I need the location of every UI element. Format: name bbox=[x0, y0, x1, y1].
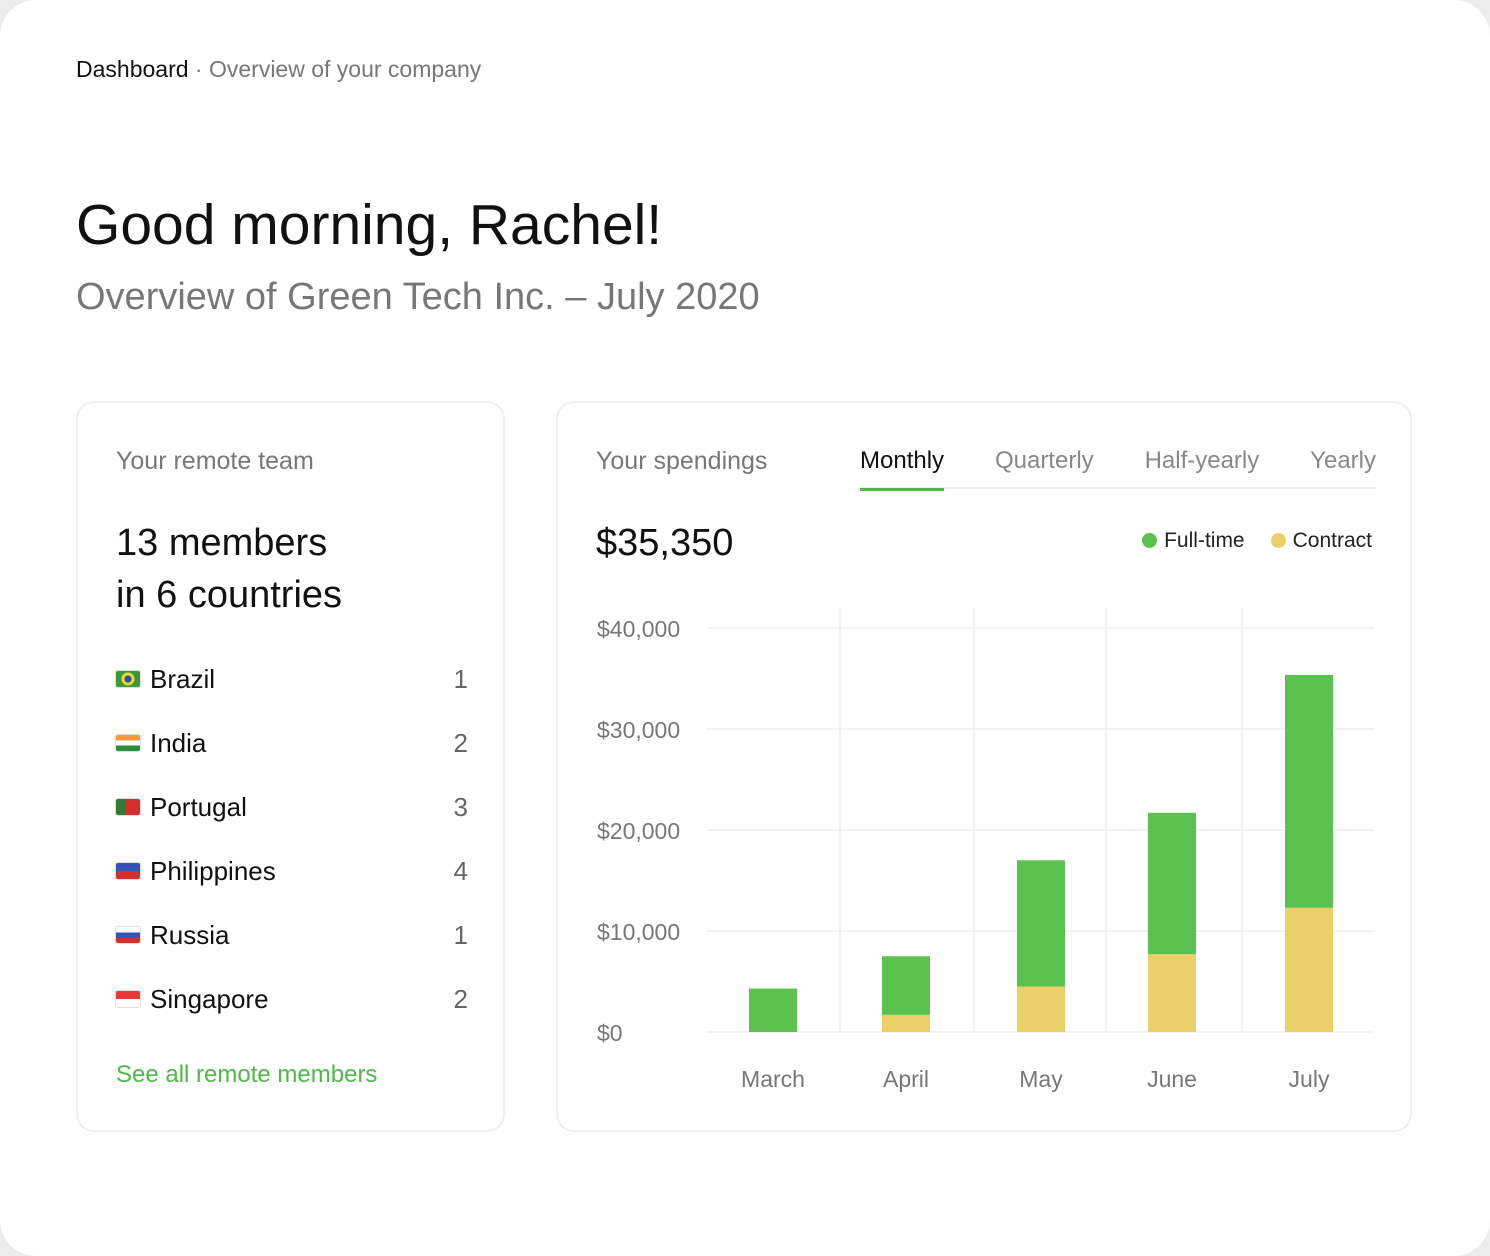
country-member-count: 3 bbox=[454, 792, 468, 823]
spendings-card: Your spendings Monthly Quarterly Half-ye… bbox=[556, 401, 1412, 1132]
member-count: 13 members bbox=[116, 517, 342, 569]
bar-full-time-may bbox=[1017, 860, 1065, 986]
y-tick-label: $20,000 bbox=[597, 818, 680, 844]
bar-contract-april bbox=[882, 1015, 930, 1032]
y-tick-label: $30,000 bbox=[597, 717, 680, 743]
country-row: Singapore2 bbox=[116, 979, 468, 1019]
country-row: India2 bbox=[116, 723, 468, 763]
breadcrumb: Dashboard · Overview of your company bbox=[76, 56, 481, 83]
breadcrumb-description: Overview of your company bbox=[209, 56, 481, 82]
bar-full-time-july bbox=[1285, 675, 1333, 908]
country-count: in 6 countries bbox=[116, 569, 342, 621]
country-name: India bbox=[150, 728, 454, 759]
x-tick-label: March bbox=[741, 1066, 805, 1092]
see-all-members-link[interactable]: See all remote members bbox=[116, 1061, 377, 1089]
india-flag-icon bbox=[116, 735, 140, 751]
x-tick-label: April bbox=[883, 1066, 929, 1092]
bar-full-time-june bbox=[1148, 813, 1196, 954]
country-name: Russia bbox=[150, 920, 454, 951]
country-row: Portugal3 bbox=[116, 787, 468, 827]
brazil-flag-icon bbox=[116, 671, 140, 687]
country-member-count: 4 bbox=[454, 856, 468, 887]
country-row: Philippines4 bbox=[116, 851, 468, 891]
bar-contract-june bbox=[1148, 954, 1196, 1032]
country-member-count: 1 bbox=[454, 664, 468, 695]
bar-contract-july bbox=[1285, 908, 1333, 1032]
y-tick-label: $10,000 bbox=[597, 919, 680, 945]
greeting-title: Good morning, Rachel! bbox=[76, 192, 662, 258]
portugal-flag-icon bbox=[116, 799, 140, 815]
breadcrumb-current[interactable]: Dashboard bbox=[76, 56, 189, 82]
y-tick-label: $0 bbox=[597, 1020, 623, 1046]
page-subtitle: Overview of Green Tech Inc. – July 2020 bbox=[76, 276, 760, 319]
philippines-flag-icon bbox=[116, 863, 140, 879]
singapore-flag-icon bbox=[116, 991, 140, 1007]
country-member-count: 1 bbox=[454, 920, 468, 951]
breadcrumb-separator: · bbox=[189, 56, 209, 82]
team-card-title: Your remote team bbox=[116, 447, 314, 476]
dashboard-page: Dashboard · Overview of your company Goo… bbox=[0, 0, 1490, 1256]
country-name: Singapore bbox=[150, 984, 454, 1015]
country-row: Russia1 bbox=[116, 915, 468, 955]
bar-contract-may bbox=[1017, 987, 1065, 1032]
country-name: Brazil bbox=[150, 664, 454, 695]
bar-full-time-march bbox=[749, 989, 797, 1032]
team-summary: 13 membersin 6 countries bbox=[116, 517, 342, 621]
bar-full-time-april bbox=[882, 956, 930, 1015]
country-member-count: 2 bbox=[454, 984, 468, 1015]
spendings-chart: $0 $10,000 $20,000 $30,000 $40,000 March April… bbox=[558, 403, 1412, 1132]
remote-team-card: Your remote team 13 membersin 6 countrie… bbox=[76, 401, 505, 1132]
x-tick-label: July bbox=[1289, 1066, 1330, 1092]
x-tick-label: May bbox=[1019, 1066, 1063, 1092]
x-tick-label: June bbox=[1147, 1066, 1197, 1092]
country-member-count: 2 bbox=[454, 728, 468, 759]
country-row: Brazil1 bbox=[116, 659, 468, 699]
country-name: Portugal bbox=[150, 792, 454, 823]
y-tick-label: $40,000 bbox=[597, 616, 680, 642]
country-name: Philippines bbox=[150, 856, 454, 887]
russia-flag-icon bbox=[116, 927, 140, 943]
